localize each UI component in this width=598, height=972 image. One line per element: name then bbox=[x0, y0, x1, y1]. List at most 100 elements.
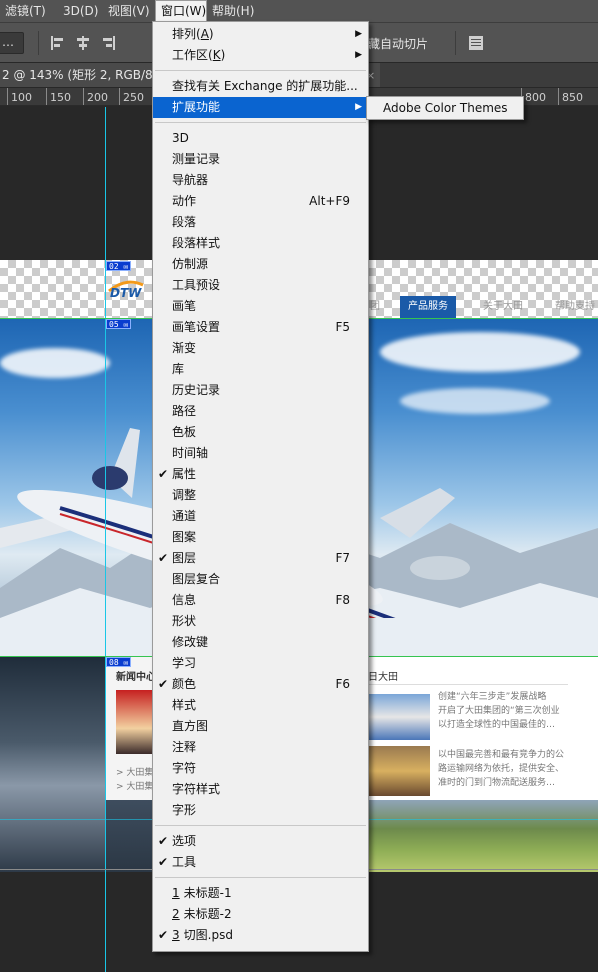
photoshop-window: 滤镜(T) 3D(D) 视图(V) 窗口(W) 帮助(H) … 藏自动切片 2 … bbox=[0, 0, 598, 972]
menu-item-label: 学习 bbox=[172, 656, 197, 670]
menu-item-label: 样式 bbox=[172, 698, 197, 712]
menu-item-find-exchange[interactable]: 查找有关 Exchange 的扩展功能... bbox=[153, 76, 368, 97]
checkmark-icon: ✔ bbox=[158, 551, 169, 565]
menu-item-navigator[interactable]: 导航器 bbox=[153, 170, 368, 191]
menu-item-character[interactable]: 字符 bbox=[153, 758, 368, 779]
menu-item-label: 属性 bbox=[172, 467, 197, 481]
options-separator bbox=[38, 31, 39, 55]
menu-item-glyphs[interactable]: 字形 bbox=[153, 800, 368, 821]
menu-item-patterns[interactable]: 图案 bbox=[153, 527, 368, 548]
menu-item-shortcut: F8 bbox=[335, 593, 350, 607]
menu-item-label: 测量记录 bbox=[172, 152, 221, 166]
menu-item-timeline[interactable]: 时间轴 bbox=[153, 443, 368, 464]
menu-item-info[interactable]: 信息 F8 bbox=[153, 590, 368, 611]
menu-item-channels[interactable]: 通道 bbox=[153, 506, 368, 527]
menu-item-paragraph-styles[interactable]: 段落样式 bbox=[153, 233, 368, 254]
menu-item-label: 通道 bbox=[172, 509, 197, 523]
menu-item-shortcut: F6 bbox=[335, 677, 350, 691]
checkmark-icon: ✔ bbox=[158, 928, 169, 942]
menu-item-styles[interactable]: 样式 bbox=[153, 695, 368, 716]
menu-window[interactable]: 窗口(W) bbox=[155, 0, 207, 22]
menu-item-label: 直方图 bbox=[172, 719, 209, 733]
menu-item-label: 形状 bbox=[172, 614, 197, 628]
vertical-guide[interactable] bbox=[105, 107, 106, 972]
menu-item-notes[interactable]: 注释 bbox=[153, 737, 368, 758]
menu-item-label: 2 未标题-2 bbox=[172, 907, 232, 921]
menu-item-measurement-log[interactable]: 测量记录 bbox=[153, 149, 368, 170]
checkmark-icon: ✔ bbox=[158, 677, 169, 691]
menu-item-label: 工作区(K) bbox=[172, 48, 226, 62]
menu-bar: 滤镜(T) 3D(D) 视图(V) 窗口(W) 帮助(H) bbox=[0, 0, 598, 22]
menu-item-color[interactable]: ✔ 颜色 F6 bbox=[153, 674, 368, 695]
align-left-icon[interactable] bbox=[50, 35, 66, 51]
menu-item-label: 信息 bbox=[172, 593, 197, 607]
menu-item-tools[interactable]: ✔ 工具 bbox=[153, 852, 368, 873]
nav-item-products: 产品服务 bbox=[400, 296, 456, 318]
menu-item-adjustments[interactable]: 调整 bbox=[153, 485, 368, 506]
menu-item-workspace[interactable]: 工作区(K) ▶ bbox=[153, 45, 368, 66]
menu-view[interactable]: 视图(V) bbox=[103, 0, 155, 22]
menu-item-brush-settings[interactable]: 画笔设置 F5 bbox=[153, 317, 368, 338]
today-datian-panel: 日大田 创建“六年三步走”发展战略 开启了大田集团的“第三次创业 以打造全球性的… bbox=[366, 656, 598, 800]
menu-item-shapes[interactable]: 形状 bbox=[153, 611, 368, 632]
menu-item-label: 3D bbox=[172, 131, 189, 145]
menu-item-learn[interactable]: 学习 bbox=[153, 653, 368, 674]
menu-item-paragraph[interactable]: 段落 bbox=[153, 212, 368, 233]
tool-preset-field[interactable]: … bbox=[0, 32, 24, 54]
menu-item-label: 工具 bbox=[172, 855, 197, 869]
menu-item-arrange[interactable]: 排列(A) ▶ bbox=[153, 24, 368, 45]
menu-separator bbox=[155, 70, 366, 71]
menu-3d[interactable]: 3D(D) bbox=[58, 0, 103, 22]
menu-item-actions[interactable]: 动作 Alt+F9 bbox=[153, 191, 368, 212]
menu-item-doc-2[interactable]: 2 未标题-2 bbox=[153, 904, 368, 925]
menu-item-label: 时间轴 bbox=[172, 446, 209, 460]
menu-item-histogram[interactable]: 直方图 bbox=[153, 716, 368, 737]
menu-item-label: 图案 bbox=[172, 530, 197, 544]
menu-item-label: 扩展功能 bbox=[172, 100, 221, 114]
ruler-label: 850 bbox=[562, 91, 583, 104]
menu-item-label: 历史记录 bbox=[172, 383, 221, 397]
menu-item-label: 颜色 bbox=[172, 677, 197, 691]
menu-item-character-styles[interactable]: 字符样式 bbox=[153, 779, 368, 800]
menu-separator bbox=[155, 877, 366, 878]
align-right-icon[interactable] bbox=[100, 35, 116, 51]
menu-item-properties[interactable]: ✔ 属性 bbox=[153, 464, 368, 485]
menu-filter[interactable]: 滤镜(T) bbox=[0, 0, 58, 22]
slice-badge-08[interactable]: 08 ✉ bbox=[106, 657, 132, 667]
menu-item-label: 路径 bbox=[172, 404, 197, 418]
hide-auto-slices-label[interactable]: 藏自动切片 bbox=[368, 35, 428, 52]
options-separator bbox=[455, 31, 456, 55]
menu-item-clone-source[interactable]: 仿制源 bbox=[153, 254, 368, 275]
menu-item-options[interactable]: ✔ 选项 bbox=[153, 831, 368, 852]
menu-item-extensions[interactable]: 扩展功能 ▶ bbox=[153, 97, 368, 118]
menu-item-layer-comps[interactable]: 图层复合 bbox=[153, 569, 368, 590]
menu-item-adobe-color-themes[interactable]: Adobe Color Themes bbox=[367, 98, 523, 119]
align-horizontal-center-icon[interactable] bbox=[75, 35, 91, 51]
menu-help[interactable]: 帮助(H) bbox=[207, 0, 259, 22]
menu-item-label: 1 未标题-1 bbox=[172, 886, 232, 900]
menu-item-modifier-keys[interactable]: 修改键 bbox=[153, 632, 368, 653]
menu-item-history[interactable]: 历史记录 bbox=[153, 380, 368, 401]
ruler-label: 200 bbox=[87, 91, 108, 104]
menu-item-brush[interactable]: 画笔 bbox=[153, 296, 368, 317]
menu-item-tool-presets[interactable]: 工具预设 bbox=[153, 275, 368, 296]
menu-item-shortcut: Alt+F9 bbox=[309, 194, 350, 208]
slice-badge-02[interactable]: 02 ✉ bbox=[106, 261, 132, 271]
menu-item-swatches[interactable]: 色板 bbox=[153, 422, 368, 443]
menu-item-doc-1[interactable]: 1 未标题-1 bbox=[153, 883, 368, 904]
menu-item-3d[interactable]: 3D bbox=[153, 128, 368, 149]
submenu-arrow-icon: ▶ bbox=[355, 29, 362, 39]
news-thumbnail bbox=[116, 690, 154, 754]
menu-item-doc-3[interactable]: ✔ 3 切图.psd bbox=[153, 925, 368, 946]
menu-item-label: 调整 bbox=[172, 488, 197, 502]
menu-item-layers[interactable]: ✔ 图层 F7 bbox=[153, 548, 368, 569]
menu-item-libraries[interactable]: 库 bbox=[153, 359, 368, 380]
slice-badge-05[interactable]: 05 ✉ bbox=[106, 319, 132, 329]
news-snippet-line: 路运输网络为依托，提供安全、 bbox=[438, 764, 565, 774]
footer-photo-right bbox=[366, 800, 598, 872]
menu-item-shortcut: F5 bbox=[335, 320, 350, 334]
menu-item-gradients[interactable]: 渐变 bbox=[153, 338, 368, 359]
slice-options-icon[interactable] bbox=[468, 35, 484, 51]
menu-item-paths[interactable]: 路径 bbox=[153, 401, 368, 422]
dtw-logo: DTW bbox=[108, 280, 144, 300]
